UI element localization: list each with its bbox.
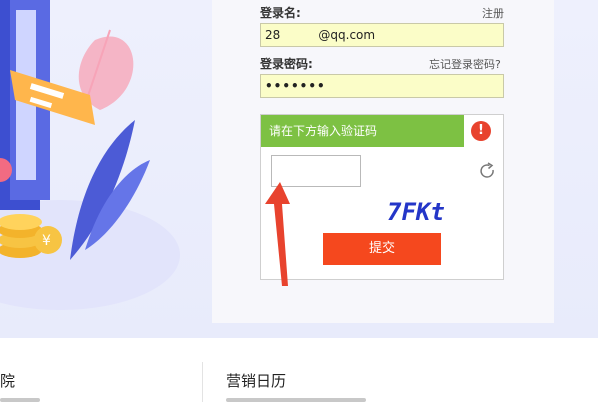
footer-divider: [202, 362, 203, 402]
footer-left-text: [0, 398, 40, 402]
forgot-password-link[interactable]: 忘记登录密码?: [429, 56, 501, 72]
illustration: ¥: [0, 0, 180, 310]
captcha-prompt: 请在下方输入验证码: [261, 115, 464, 147]
svg-text:¥: ¥: [42, 233, 51, 249]
marketing-calendar-title[interactable]: 营销日历: [226, 370, 286, 391]
password-field[interactable]: •••••••: [260, 74, 504, 98]
footer-left-title: 院: [0, 372, 16, 390]
footer-right-text: [226, 398, 366, 402]
password-label: 登录密码:: [260, 57, 313, 71]
footer: 院 营销日历: [0, 338, 598, 402]
captcha-image: 7FKt: [387, 198, 445, 226]
warning-icon: !: [471, 121, 491, 141]
username-field[interactable]: 28 @qq.com: [260, 23, 504, 47]
register-link[interactable]: 注册: [482, 5, 504, 21]
red-arrow-annotation: [265, 182, 290, 286]
refresh-icon[interactable]: [477, 161, 497, 181]
username-label: 登录名:: [260, 6, 301, 20]
submit-button[interactable]: 提交: [323, 233, 441, 265]
captcha-code: 7FKt: [387, 198, 445, 226]
